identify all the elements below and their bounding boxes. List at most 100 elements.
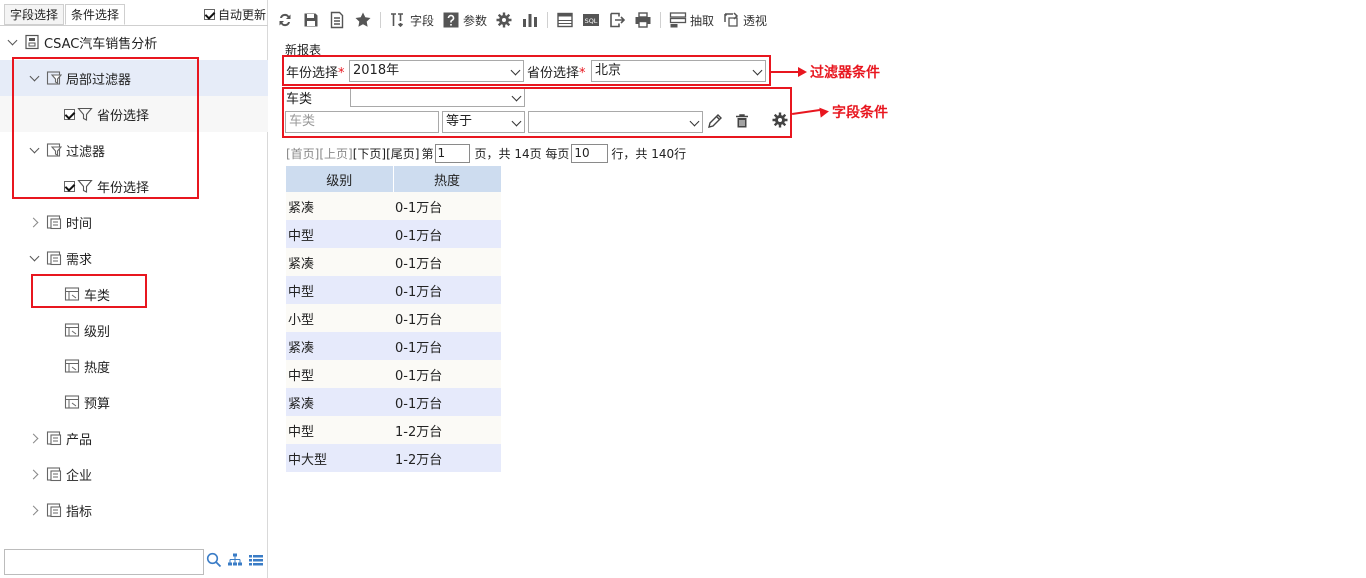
prev-page-link[interactable]: [上页] <box>319 145 352 162</box>
tab-field-selection[interactable]: 字段选择 <box>4 4 65 25</box>
chevron-down-icon <box>511 116 522 127</box>
field-conditions-annotation: 字段条件 <box>791 102 888 122</box>
parameter-button[interactable]: 参数 <box>438 8 491 32</box>
table-button[interactable] <box>552 8 578 32</box>
tree-item-product[interactable]: 产品 <box>0 420 268 456</box>
chevron-right-icon[interactable] <box>30 433 40 443</box>
chevron-down-icon[interactable] <box>30 73 40 83</box>
folder-icon <box>46 502 62 518</box>
favorite-button[interactable] <box>350 8 376 32</box>
column-header-heat[interactable]: 热度 <box>393 166 502 192</box>
condition-operator-select[interactable]: 等于 <box>442 111 525 133</box>
tree-item-demand[interactable]: 需求 <box>0 240 268 276</box>
chevron-down-icon[interactable] <box>30 253 40 263</box>
annotation-arrow-line <box>771 71 798 73</box>
province-filter-label-text: 省份选择 <box>527 66 580 81</box>
search-icon[interactable] <box>206 552 222 572</box>
table-cell: 中型 <box>286 276 393 304</box>
refresh-button[interactable] <box>272 8 298 32</box>
tree-root[interactable]: CSAC汽车销售分析 <box>0 24 268 60</box>
tree-search-input[interactable] <box>4 549 204 575</box>
sql-icon: SQL <box>583 14 600 26</box>
chevron-down-icon[interactable] <box>8 37 18 47</box>
year-select-checkbox[interactable] <box>64 180 75 192</box>
tree-item-year-select[interactable]: 年份选择 <box>0 168 268 204</box>
auto-update-checkbox[interactable] <box>204 9 215 20</box>
pivot-button[interactable]: 透视 <box>718 8 771 32</box>
toolbar-separator <box>547 12 549 28</box>
table-cell: 1-2万台 <box>393 444 501 472</box>
condition-settings-button[interactable] <box>771 111 789 133</box>
chevron-right-icon[interactable] <box>30 217 40 227</box>
tree-item-enterprise[interactable]: 企业 <box>0 456 268 492</box>
extract-icon <box>669 12 687 28</box>
chevron-down-icon[interactable] <box>30 145 40 155</box>
pager: [首页] [上页] [下页] [尾页] 第 1 页，共 14页 每页 10 行，… <box>286 144 686 163</box>
export-button[interactable] <box>604 8 630 32</box>
next-page-link[interactable]: [下页] <box>353 145 386 162</box>
tree-item-car-type[interactable]: 车类 <box>0 276 268 312</box>
field-button-label: 字段 <box>410 13 435 28</box>
toolbar-separator <box>380 12 381 28</box>
tree-item-level[interactable]: 级别 <box>0 312 268 348</box>
tree-item-local-filter[interactable]: 局部过滤器 <box>0 60 268 96</box>
tree-item-label: 年份选择 <box>97 180 150 196</box>
delete-condition-button[interactable] <box>733 112 751 134</box>
tree-item-label: 局部过滤器 <box>66 72 132 88</box>
edit-condition-button[interactable] <box>706 112 724 134</box>
condition-operator-value: 等于 <box>446 114 473 129</box>
first-page-link[interactable]: [首页] <box>286 145 319 162</box>
settings-button[interactable] <box>491 8 517 32</box>
table-cell: 0-1万台 <box>393 192 501 220</box>
chevron-right-icon[interactable] <box>30 469 40 479</box>
tree-item-label: 过滤器 <box>66 144 106 160</box>
sql-button[interactable]: SQL <box>578 8 604 32</box>
table-cell: 0-1万台 <box>393 220 501 248</box>
folder-icon <box>46 214 62 230</box>
tree-item-heat[interactable]: 热度 <box>0 348 268 384</box>
save-as-button[interactable] <box>324 8 350 32</box>
tree-item-province-select[interactable]: 省份选择 <box>0 96 268 132</box>
province-select[interactable]: 北京 <box>591 60 766 82</box>
field-button[interactable]: 字段 <box>385 8 438 32</box>
chevron-down-icon <box>510 65 521 76</box>
sql-icon-text: SQL <box>585 17 598 25</box>
table-icon <box>557 12 573 28</box>
extract-button[interactable]: 抽取 <box>665 8 718 32</box>
tree-item-filter[interactable]: 过滤器 <box>0 132 268 168</box>
auto-update-toggle[interactable]: 自动更新 <box>204 6 266 23</box>
page-number-input[interactable]: 1 <box>434 144 470 163</box>
last-page-link[interactable]: [尾页] <box>386 145 419 162</box>
save-button[interactable] <box>298 8 324 32</box>
table-row: 紧凑 0-1万台 <box>286 388 501 416</box>
folder-icon <box>46 466 62 482</box>
refresh-icon <box>279 13 291 27</box>
year-select[interactable]: 2018年 <box>349 60 524 82</box>
list-view-icon[interactable] <box>248 552 264 572</box>
tree-item-time[interactable]: 时间 <box>0 204 268 240</box>
parameter-button-label: 参数 <box>463 13 488 28</box>
condition-field-input[interactable]: 车类 <box>285 111 439 133</box>
table-cell: 0-1万台 <box>393 332 501 360</box>
column-header-level[interactable]: 级别 <box>286 166 394 192</box>
tree-view-icon[interactable] <box>227 552 243 572</box>
tree-item-indicator[interactable]: 指标 <box>0 492 268 528</box>
car-type-label: 车类 <box>286 92 313 107</box>
tab-condition-selection[interactable]: 条件选择 <box>65 4 126 25</box>
condition-value-select[interactable] <box>528 111 703 133</box>
chevron-right-icon[interactable] <box>30 505 40 515</box>
page-size-input[interactable]: 10 <box>571 144 609 163</box>
print-button[interactable] <box>630 8 656 32</box>
main-area: 字段 参数 SQL 抽取 透视 新报表 年份选择* 2018年 省份选择* 北京… <box>272 0 1366 578</box>
table-cell: 中型 <box>286 360 393 388</box>
chevron-down-icon <box>689 116 700 127</box>
car-type-select[interactable] <box>350 87 525 107</box>
table-cell: 0-1万台 <box>393 388 501 416</box>
chart-button[interactable] <box>517 8 543 32</box>
required-mark: * <box>579 66 586 81</box>
tree-item-budget[interactable]: 预算 <box>0 384 268 420</box>
printer-icon <box>635 12 651 28</box>
tree-search-tools <box>206 552 264 572</box>
province-select-checkbox[interactable] <box>64 108 75 120</box>
tree-item-label: 省份选择 <box>97 108 150 124</box>
